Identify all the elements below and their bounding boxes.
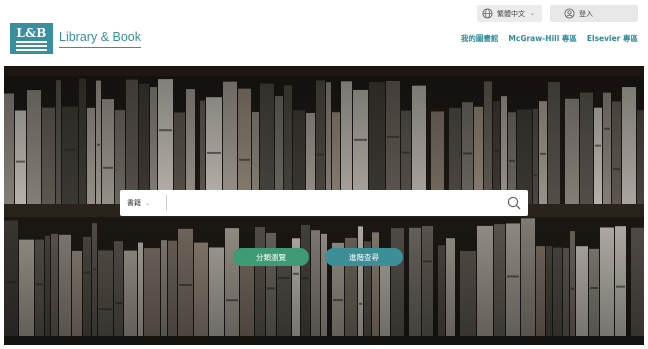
user-circle-icon bbox=[564, 8, 575, 19]
login-button[interactable]: 登入 bbox=[550, 5, 638, 22]
hero-banner: 書籍 ⌄ 分類瀏覽 進階查尋 bbox=[4, 66, 644, 345]
search-category-label: 書籍 bbox=[127, 199, 141, 207]
login-label: 登入 bbox=[579, 9, 593, 18]
search-button[interactable] bbox=[500, 190, 528, 216]
chevron-down-icon: ⌄ bbox=[529, 10, 535, 17]
nav-elsevier[interactable]: Elsevier 專區 bbox=[587, 33, 638, 44]
header: 繁體中文 ⌄ 登入 L&B Library & Book 我的圖書館 McGra… bbox=[4, 4, 644, 66]
search-icon bbox=[507, 196, 521, 210]
nav-my-library[interactable]: 我的圖書館 bbox=[461, 33, 499, 44]
top-utilities: 繁體中文 ⌄ 登入 bbox=[476, 5, 638, 22]
page: 繁體中文 ⌄ 登入 L&B Library & Book 我的圖書館 McGra… bbox=[4, 4, 644, 345]
language-selector[interactable]: 繁體中文 ⌄ bbox=[476, 5, 542, 22]
search-input[interactable] bbox=[167, 191, 500, 215]
search-bar: 書籍 ⌄ bbox=[120, 190, 528, 216]
logo-name: Library & Book bbox=[59, 30, 141, 48]
search-category-select[interactable]: 書籍 ⌄ bbox=[120, 190, 166, 216]
globe-icon bbox=[482, 8, 493, 19]
browse-categories-button[interactable]: 分類瀏覽 bbox=[233, 248, 309, 266]
advanced-search-button[interactable]: 進階查尋 bbox=[325, 248, 403, 266]
language-label: 繁體中文 bbox=[496, 9, 525, 18]
main-nav: 我的圖書館 McGraw-Hill 專區 Elsevier 專區 bbox=[451, 33, 638, 44]
site-logo[interactable]: L&B Library & Book bbox=[10, 23, 141, 54]
logo-mark-text: L&B bbox=[16, 26, 47, 40]
chevron-down-icon: ⌄ bbox=[145, 199, 151, 207]
logo-mark: L&B bbox=[10, 23, 53, 54]
nav-mcgraw-hill[interactable]: McGraw-Hill 專區 bbox=[508, 33, 576, 44]
